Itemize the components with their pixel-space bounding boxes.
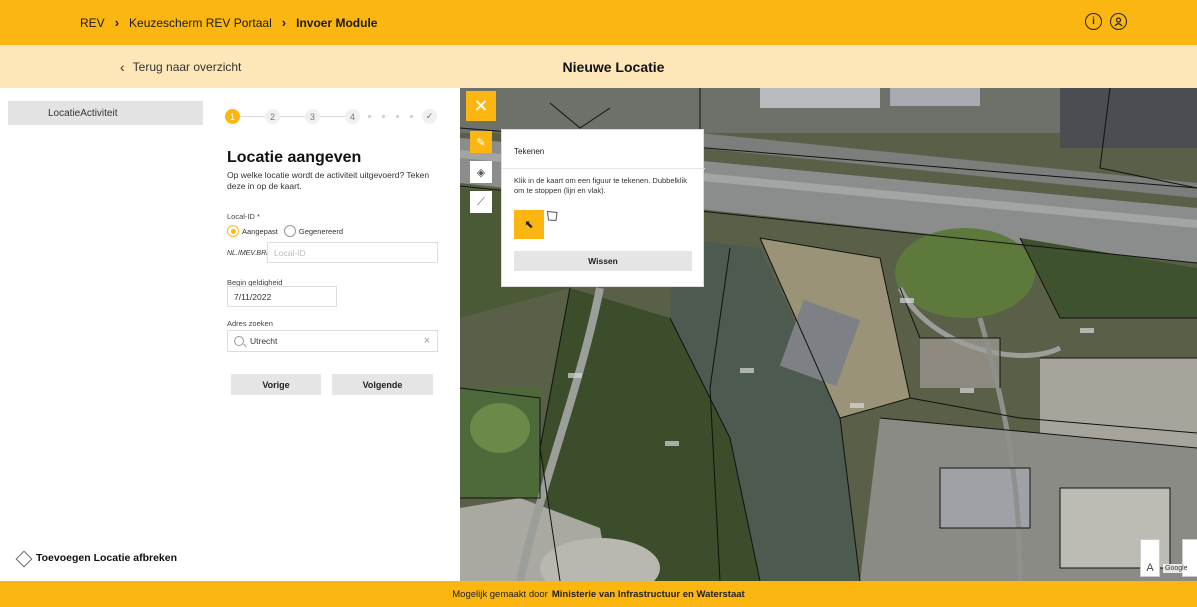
radio-aangepast-label: Aangepast (242, 226, 278, 236)
abort-button[interactable]: Toevoegen Locatie afbreken (16, 551, 177, 565)
top-bar: REV › Keuzescherm REV Portaal › Invoer M… (0, 0, 1197, 45)
footer-prefix: Mogelijk gemaakt door (452, 588, 548, 600)
step-dot (410, 115, 413, 118)
sidebar: LocatieActiviteit Toevoegen Locatie afbr… (8, 101, 203, 579)
layers-icon[interactable]: ◈ (470, 161, 492, 183)
step-line (280, 116, 305, 117)
begin-date-input[interactable]: 7/11/2022 (227, 286, 337, 307)
step-indicator: 1 2 3 4 ✓ (225, 109, 437, 125)
step-done: ✓ (422, 109, 437, 124)
address-value: Utrecht (250, 336, 278, 346)
user-icon[interactable] (1110, 13, 1127, 30)
footer-org: Ministerie van Infrastructuur en Waterst… (551, 588, 745, 600)
info-icon[interactable]: i (1085, 13, 1102, 30)
search-icon (234, 336, 244, 346)
location-form: 1 2 3 4 ✓ Locatie aangeven Op welke loca… (203, 88, 460, 581)
radio-gegenereerd-label: Gegenereerd (298, 226, 344, 236)
zoom-control[interactable]: A (1140, 539, 1160, 577)
form-title: Locatie aangeven (227, 149, 362, 166)
breadcrumb: REV › Keuzescherm REV Portaal › Invoer M… (80, 0, 377, 45)
prev-button[interactable]: Vorige (231, 374, 321, 395)
address-search-input[interactable]: Utrecht × (227, 330, 438, 352)
chevron-left-icon: ‹ (120, 58, 125, 75)
chevron-right-icon: › (281, 15, 287, 30)
header-actions: i (1085, 13, 1127, 30)
step-line (240, 116, 265, 117)
divider (502, 168, 705, 169)
back-link[interactable]: ‹ Terug naar overzicht (120, 45, 241, 88)
map-attribution: Google (1163, 564, 1190, 573)
sub-header: Nieuwe Locatie ‹ Terug naar overzicht (0, 45, 1197, 88)
step-dot (382, 115, 385, 118)
footer: Mogelijk gemaakt door Ministerie van Inf… (0, 581, 1197, 607)
step-3: 3 (305, 109, 320, 124)
step-2: 2 (265, 109, 280, 124)
breadcrumb-current: Invoer Module (296, 15, 378, 30)
breadcrumb-rev[interactable]: REV (80, 16, 105, 30)
map-view[interactable]: ✕ ✎ ◈ ⟋ Tekenen Klik in de kaart om een … (460, 88, 1197, 581)
local-id-radio-group: Aangepast Gegenereerd (227, 225, 343, 237)
sidebar-item-locatieactiviteit[interactable]: LocatieActiviteit (8, 101, 203, 125)
radio-gegenereerd[interactable] (283, 225, 296, 237)
form-description: Op welke locatie wordt de activiteit uit… (227, 170, 430, 191)
draw-panel-description: Klik in de kaart om een figuur te tekene… (514, 176, 688, 195)
next-button[interactable]: Volgende (332, 374, 433, 395)
draw-panel-title: Tekenen (514, 147, 545, 156)
diamond-arrow-icon (16, 551, 30, 565)
ruler-icon[interactable]: ⟋ (470, 191, 492, 213)
address-label: Adres zoeken (227, 319, 273, 328)
select-pointer-icon[interactable]: ⬉ (514, 210, 544, 239)
draw-panel: Tekenen Klik in de kaart om een figuur t… (501, 129, 705, 287)
back-label: Terug naar overzicht (132, 59, 242, 74)
step-1: 1 (225, 109, 240, 124)
step-line (320, 116, 345, 117)
step-dot (396, 115, 399, 118)
local-id-label: Local-ID * (227, 212, 260, 221)
polygon-draw-icon[interactable] (546, 210, 576, 239)
step-dot (368, 115, 371, 118)
pencil-icon[interactable]: ✎ (470, 131, 492, 153)
chevron-right-icon: › (114, 15, 120, 30)
radio-aangepast[interactable] (227, 225, 239, 237)
local-id-input[interactable]: Local-ID (267, 242, 438, 263)
abort-label: Toevoegen Locatie afbreken (36, 552, 178, 564)
breadcrumb-portaal[interactable]: Keuzescherm REV Portaal (129, 16, 272, 30)
close-tools-button[interactable]: ✕ (466, 91, 496, 121)
clear-button[interactable]: Wissen (514, 251, 692, 271)
step-4: 4 (345, 109, 360, 124)
clear-icon[interactable]: × (424, 335, 430, 347)
